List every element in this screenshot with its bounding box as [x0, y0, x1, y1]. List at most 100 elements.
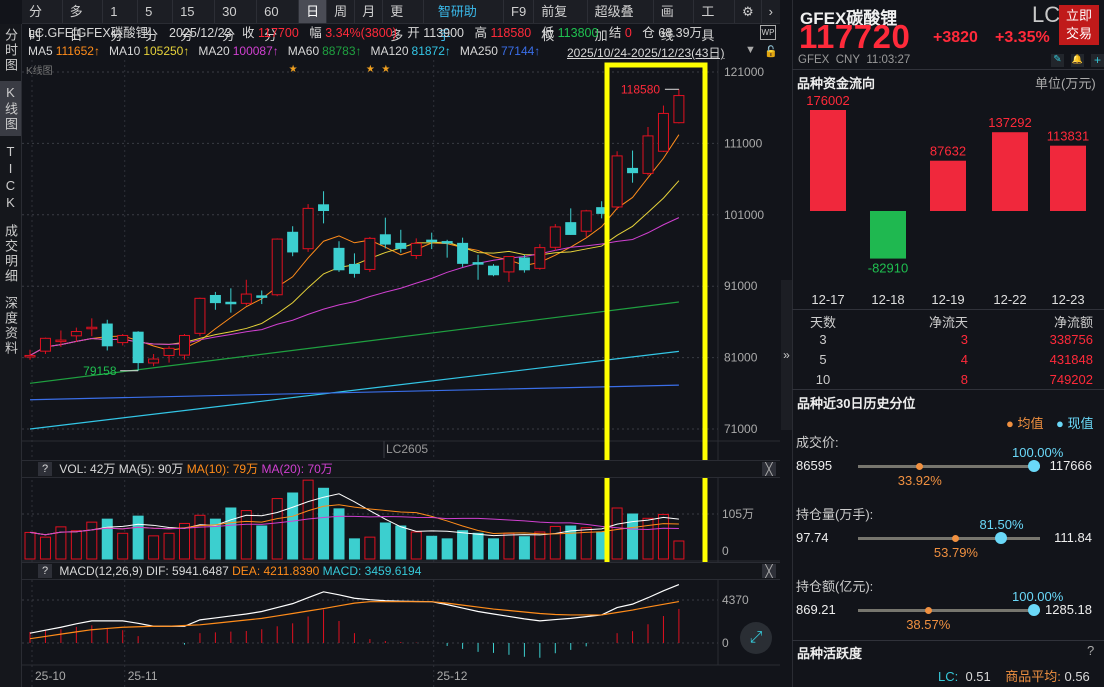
percentile-slider — [858, 609, 1040, 612]
volume-bar — [148, 535, 160, 560]
table-header: 天数 — [809, 315, 836, 330]
star-icon: ★ — [289, 64, 298, 75]
candle-body — [24, 354, 36, 358]
fund-flow-value: 113831 — [1047, 129, 1089, 144]
volume-bar — [70, 530, 82, 560]
candle-body — [209, 294, 221, 304]
candle — [673, 89, 685, 124]
volume-bar — [318, 487, 330, 560]
macd-label: MACD(12,26,9) — [59, 564, 143, 578]
volume-bar — [472, 532, 484, 560]
candle-body — [86, 326, 98, 330]
candle — [179, 334, 190, 360]
volume-bar — [441, 538, 453, 560]
candle-body — [426, 239, 438, 243]
history-title: 品种近30日历史分位 — [797, 396, 916, 411]
lc-label: LC: — [938, 669, 959, 684]
candle — [333, 241, 345, 272]
fund-flow-bar — [1050, 145, 1086, 211]
dea-line — [29, 600, 680, 640]
volume-bar — [348, 538, 360, 560]
candle-body — [472, 262, 484, 265]
candle — [240, 279, 252, 306]
trade-now-button[interactable]: 立即交易 — [1059, 5, 1099, 45]
close-pane-button[interactable]: ╳ — [762, 564, 776, 578]
help-button[interactable]: ? — [38, 462, 52, 476]
legend-avg-label: 均值 — [1017, 416, 1044, 431]
volume-bar — [163, 532, 175, 560]
volume-bar — [39, 536, 51, 560]
candle — [503, 256, 515, 282]
history-max: 117666 — [1049, 458, 1092, 473]
macd-value: MACD: 3459.6194 — [322, 564, 422, 578]
date-tick: 25-10 — [35, 669, 66, 683]
kline-chart[interactable]: 121000 111000 101000 91000 81000 71000 25-10 25… — [0, 0, 790, 687]
candle — [132, 331, 144, 371]
volume-bar — [426, 535, 438, 560]
fund-flow-date: 12-19 — [931, 292, 964, 307]
volume-bar — [457, 530, 469, 560]
quote-meta: GFEX CNY 11:03:27 — [798, 54, 910, 66]
candle — [642, 126, 654, 176]
table-cell: 338756 — [1049, 332, 1093, 347]
history-label: 持仓量(万手): — [796, 507, 874, 522]
candle — [549, 224, 561, 251]
dif-line — [29, 583, 680, 634]
candle-body — [163, 347, 175, 356]
candle — [534, 244, 546, 270]
currency: CNY — [835, 54, 860, 66]
bell-icon[interactable]: 🔔 — [1071, 54, 1084, 67]
candle — [148, 354, 160, 367]
divider — [792, 309, 1104, 310]
now-percent: 100.00% — [1012, 445, 1064, 460]
percentile-slider — [858, 537, 1040, 540]
avg-percent: 33.92% — [897, 473, 942, 488]
candle-body — [657, 112, 669, 152]
avg-value: 0.56 — [1064, 669, 1090, 684]
candle-body — [55, 339, 67, 343]
contract-label: LC2605 — [386, 442, 428, 456]
candle-body — [379, 234, 391, 245]
price-tick: 121000 — [724, 65, 764, 79]
lc-value: 0.51 — [965, 669, 991, 684]
pencil-icon[interactable]: ✎ — [1051, 54, 1064, 67]
help-button[interactable]: ? — [38, 564, 52, 578]
expand-icon[interactable]: ⤢ — [740, 622, 772, 654]
candle-body — [148, 358, 160, 364]
activity-help-button[interactable]: ? — [1087, 643, 1094, 658]
volume-bar — [364, 536, 376, 560]
fund-flow-date: 12-22 — [993, 292, 1026, 307]
legend-now-label: 现值 — [1067, 416, 1094, 431]
candle-body — [627, 167, 639, 174]
candle-body — [534, 247, 546, 269]
candle-body — [39, 337, 51, 352]
close-pane-button[interactable]: ╳ — [762, 462, 776, 476]
candle-body — [240, 293, 252, 304]
candle-body — [549, 226, 561, 248]
candle-body — [225, 301, 237, 305]
history-label: 持仓额(亿元): — [796, 579, 874, 594]
candle — [256, 290, 268, 305]
candle-body — [441, 241, 453, 244]
fund-flow-date: 12-23 — [1051, 292, 1084, 307]
fund-flow-chart: 176002 12-17 -82910 12-18 87632 12-19 137292 12… — [806, 93, 1089, 307]
volume-bar — [534, 531, 546, 560]
table-header: 净流天 — [928, 315, 968, 330]
table-cell: 10 — [815, 372, 831, 387]
star-icon: ★ — [381, 64, 390, 75]
plus-icon[interactable]: + — [1091, 54, 1104, 67]
candle — [194, 297, 206, 337]
candle-body — [611, 155, 623, 208]
volume-bar — [240, 510, 252, 560]
price-tick: 71000 — [724, 422, 758, 436]
candle-body — [673, 95, 685, 124]
volume-bar — [673, 540, 685, 560]
volume-bar — [642, 517, 654, 560]
avg-label: 商品平均: — [1005, 669, 1061, 684]
volume-bar — [287, 492, 299, 560]
candle — [225, 288, 237, 313]
candle — [611, 151, 623, 210]
collapse-panel-button[interactable]: » — [781, 280, 792, 430]
ma5-line — [29, 134, 680, 356]
candle — [348, 253, 360, 278]
